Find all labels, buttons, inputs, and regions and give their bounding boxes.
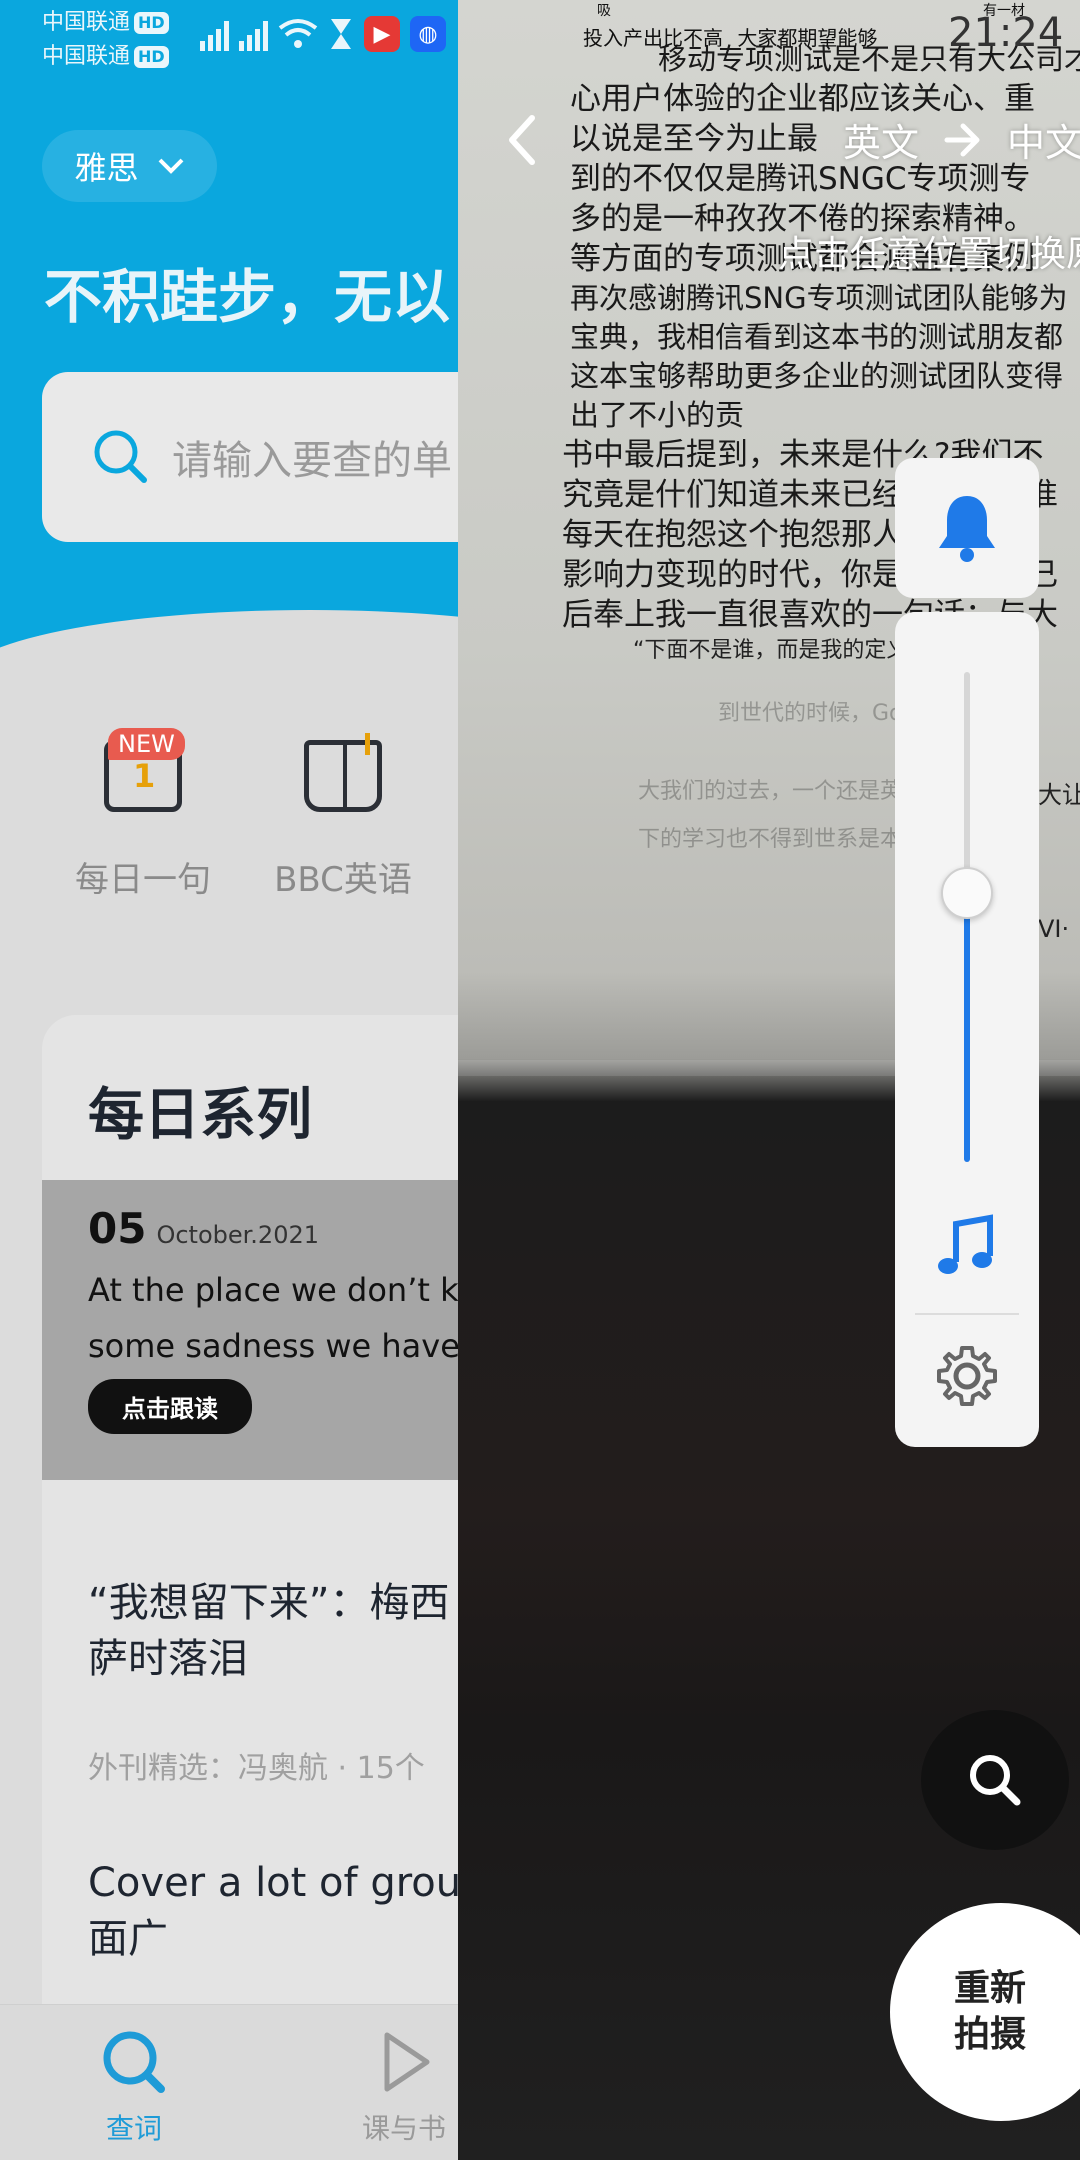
nav-label: 查词	[105, 2112, 162, 2145]
article-title: 面广	[88, 1916, 168, 1962]
signal-icon	[200, 17, 229, 51]
daily-series-title: 每日系列	[88, 1083, 312, 1148]
status-small-text: 吸	[597, 3, 611, 19]
bulb-icon: ◍	[410, 16, 446, 52]
word-search-input[interactable]: 请输入要查的单	[42, 372, 458, 542]
retake-photo-button[interactable]: 重新 拍摄	[890, 1903, 1080, 2121]
new-badge: NEW	[108, 728, 185, 760]
back-arrow-icon[interactable]	[498, 110, 548, 170]
hd-badge: HD	[134, 46, 169, 68]
quick-entry-bbc[interactable]: BBC英语	[258, 733, 428, 901]
tap-to-switch-hint: 点击任意位置切换原	[778, 234, 1080, 275]
quick-entry-label: BBC英语	[274, 860, 412, 900]
app-header: 中国联通 HD 中国联通 HD ▶ ◍ 雅思 不积跬步，无以	[0, 0, 458, 750]
status-icons: ▶ ◍	[200, 16, 446, 52]
ocr-line: 宝典，我相信看到这本书的测试朋友都	[570, 320, 1064, 354]
book-icon	[304, 733, 382, 812]
language-label: 雅思	[74, 149, 139, 187]
volume-slider-fill	[964, 892, 970, 1162]
play-icon	[384, 2032, 430, 2092]
slogan: 不积跬步，无以	[44, 263, 451, 331]
camera-status-text: 吸 投入产出比不高 大家都期望能够 有一材	[583, 3, 1025, 51]
nav-label: 课与书	[361, 2112, 446, 2145]
bell-icon	[939, 496, 995, 562]
quick-entry-daily-sentence[interactable]: 1 NEW 每日一句	[58, 728, 228, 901]
hourglass-icon	[331, 19, 351, 49]
wifi-icon	[278, 19, 318, 48]
search-icon	[94, 430, 147, 483]
carrier-2: 中国联通	[42, 44, 131, 69]
edge-text: VI·	[1038, 915, 1070, 943]
hd-badge: HD	[134, 12, 169, 34]
search-icon	[970, 1755, 1021, 1806]
dictionary-app: 中国联通 HD 中国联通 HD ▶ ◍ 雅思 不积跬步，无以 请输入要查的单 1 N…	[0, 0, 458, 2160]
search-icon	[103, 2031, 165, 2093]
edge-text: 大让	[1038, 781, 1080, 809]
translation-direction[interactable]: 英文 中文	[843, 112, 1080, 167]
quick-entry-label: 每日一句	[75, 860, 211, 900]
daily-quote[interactable]: 05 October.2021 At the place we don’t k s…	[42, 1180, 458, 1480]
article-item[interactable]: “我想留下来”：梅西 萨时落泪 外刊精选：冯奥航 · 15个	[88, 1575, 458, 1787]
exam-language-selector[interactable]: 雅思	[42, 130, 217, 202]
arrow-right-icon	[944, 123, 980, 156]
status-text: 投入产出比不高	[583, 26, 723, 50]
nav-lookup[interactable]: 查词	[64, 2027, 204, 2147]
ocr-line: 出了不小的贡	[570, 398, 745, 432]
article-title: Cover a lot of grou	[88, 1860, 458, 1906]
ocr-quote: “下面不是谁，而是我的定义	[633, 638, 909, 663]
status-text: 大家都期望能够	[737, 26, 878, 50]
chevron-down-icon	[158, 158, 183, 174]
target-language[interactable]: 中文	[1007, 112, 1080, 167]
article-item[interactable]: Cover a lot of grou 面广	[88, 1855, 458, 1967]
article-title: “我想留下来”：梅西	[88, 1580, 450, 1626]
source-language[interactable]: 英文	[843, 112, 919, 167]
quote-line: some sadness we haven	[88, 1327, 458, 1365]
nav-courses[interactable]: 课与书	[334, 2027, 458, 2147]
search-placeholder: 请输入要查的单	[172, 438, 452, 484]
volume-panel	[895, 612, 1039, 1447]
bottom-nav: 查词 课与书	[0, 2004, 458, 2160]
quote-line: At the place we don’t k	[88, 1271, 458, 1309]
follow-read-button[interactable]: 点击跟读	[88, 1379, 252, 1434]
daily-series-card: 每日系列 05 October.2021 At the place we don’…	[42, 1015, 458, 2115]
video-call-icon: ▶	[364, 16, 400, 52]
quote-day: 05	[88, 1204, 147, 1253]
ocr-line: 再次感谢腾讯SNG专项测试团队能够为	[570, 281, 1068, 315]
camera-scan-view[interactable]: 移动专项测试是不是只有大公司才需要 心用户体验的企业都应该关心、重 以说是至今为…	[458, 0, 1080, 2160]
quote-month: October.2021	[156, 1221, 320, 1249]
divider	[915, 1313, 1019, 1315]
notification-mode-button[interactable]	[895, 458, 1039, 598]
volume-slider-thumb[interactable]	[941, 866, 993, 919]
retake-label: 重新 拍摄	[953, 1968, 1026, 2055]
search-button[interactable]	[921, 1710, 1069, 1850]
music-note-icon[interactable]	[932, 1212, 1002, 1282]
ocr-line: 这本宝够帮助更多企业的测试团队变得	[570, 359, 1064, 393]
gear-icon[interactable]	[935, 1344, 999, 1408]
article-title: 萨时落泪	[88, 1636, 248, 1682]
signal-icon	[239, 17, 268, 51]
article-meta: 外刊精选：冯奥航 · 15个	[88, 1751, 425, 1786]
carrier-1: 中国联通	[42, 10, 131, 35]
clock: 21:24	[948, 10, 1064, 56]
status-carriers: 中国联通 HD 中国联通 HD	[42, 6, 169, 74]
